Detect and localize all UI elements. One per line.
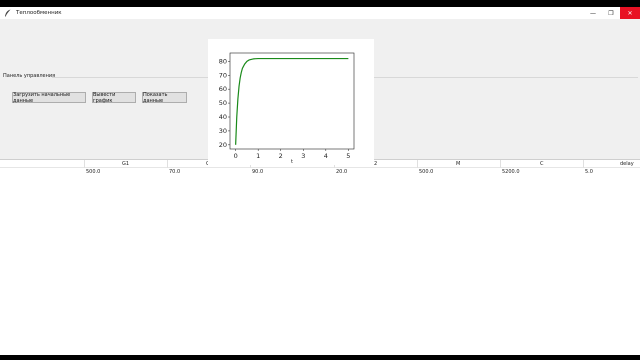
y-tick-label: 60: [219, 85, 227, 93]
y-tick-label: 40: [219, 113, 227, 121]
column-header-c[interactable]: C: [540, 161, 544, 167]
cell-c: 5200.0: [502, 169, 520, 175]
window-title: Теплообменник: [16, 10, 62, 16]
y-tick-label: 50: [219, 99, 227, 107]
column-separator[interactable]: [167, 160, 168, 168]
cell-delay: 5.0: [585, 169, 593, 175]
column-header-m[interactable]: M: [456, 161, 460, 167]
feather-icon: [3, 8, 13, 18]
x-axis-label: t: [291, 159, 293, 165]
title-bar: Теплообменник — ❐ ✕: [0, 7, 640, 19]
y-tick-label: 70: [219, 71, 227, 79]
close-icon: ✕: [627, 9, 633, 17]
restore-icon: ❐: [608, 9, 614, 17]
plot-window: 20 30 40 50 60 70 80 0 1 2 3 4 5 t: [208, 39, 374, 165]
x-tick-label: 5: [346, 152, 350, 160]
cell-g2: 70.0: [169, 169, 181, 175]
app-window: Теплообменник — ❐ ✕ Панель управления За…: [0, 7, 640, 355]
cell-g1: 500.0: [86, 169, 101, 175]
close-button[interactable]: ✕: [620, 7, 640, 19]
column-header-delay[interactable]: delay: [620, 161, 634, 167]
cell-t2: 20.0: [336, 169, 348, 175]
column-header-g1[interactable]: G1: [122, 161, 129, 167]
table-row[interactable]: 500.0 70.0 90.0 20.0 500.0 5200.0 5.0: [0, 168, 640, 177]
maximize-button[interactable]: ❐: [602, 7, 620, 19]
cell-m: 500.0: [419, 169, 434, 175]
column-separator[interactable]: [417, 160, 418, 168]
column-separator[interactable]: [84, 160, 85, 168]
y-tick-label: 80: [219, 57, 227, 65]
column-separator[interactable]: [583, 160, 584, 168]
x-tick-label: 2: [279, 152, 283, 160]
plot-area: [229, 52, 355, 150]
y-tick-label: 30: [219, 127, 227, 135]
panel-label: Панель управления: [3, 73, 56, 79]
line-chart: 20 30 40 50 60 70 80 0 1 2 3 4 5 t: [219, 52, 355, 165]
x-tick-label: 3: [301, 152, 305, 160]
minimize-icon: —: [590, 9, 596, 17]
cell-r1: 90.0: [252, 169, 264, 175]
show-data-button[interactable]: Показать данные: [142, 92, 187, 104]
minimize-button[interactable]: —: [584, 7, 602, 19]
y-tick-label: 20: [219, 141, 227, 149]
x-tick-label: 4: [324, 152, 328, 160]
column-separator[interactable]: [500, 160, 501, 168]
x-tick-label: 1: [256, 152, 260, 160]
x-tick-label: 0: [234, 152, 238, 160]
load-data-button[interactable]: Загрузить начальные данные: [12, 92, 86, 104]
plot-button[interactable]: Вывести график: [92, 92, 136, 104]
